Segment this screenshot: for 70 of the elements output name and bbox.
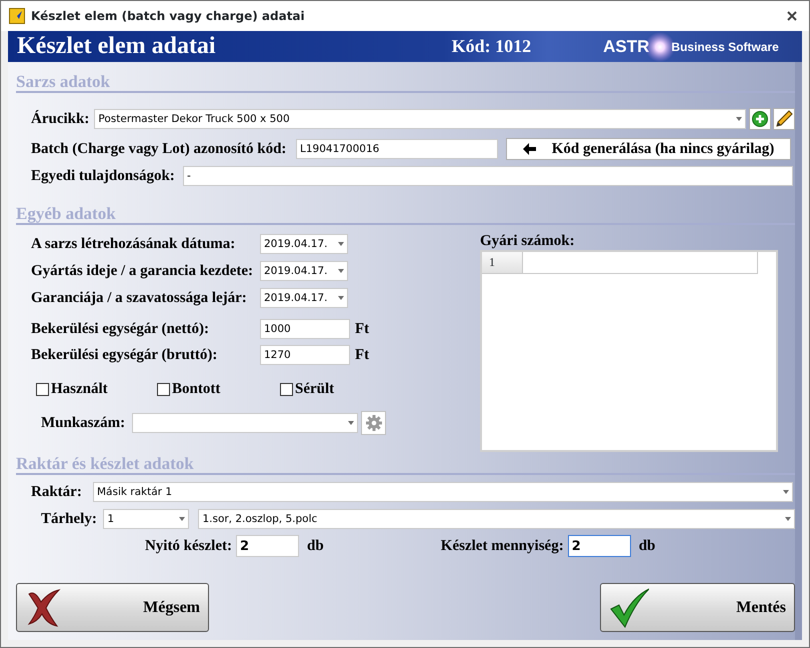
caret-icon <box>179 517 186 521</box>
table-cell[interactable] <box>523 252 758 274</box>
section-heading: Raktár és készlet adatok <box>16 455 795 475</box>
field-label: Készlet mennyiség: <box>440 538 564 554</box>
caret-icon <box>338 296 344 300</box>
slot-dropdown[interactable]: 1 <box>103 509 190 529</box>
window-title: Készlet elem (batch vagy charge) adatai <box>31 9 305 23</box>
unit-label: db <box>307 538 324 554</box>
unit-label: Ft <box>355 320 370 338</box>
checkbox-label[interactable]: Sérült <box>295 381 334 398</box>
generate-code-button[interactable]: Kód generálása (ha nincs gyárilag) <box>506 138 791 160</box>
checkbox-label[interactable]: Használt <box>51 381 108 398</box>
cancel-button[interactable]: Mégsem <box>16 583 209 632</box>
brand-tagline: Business Software <box>671 40 779 54</box>
close-icon <box>787 11 797 21</box>
field-label: Gyári számok: <box>480 233 576 250</box>
pencil-icon <box>774 109 794 129</box>
edit-button[interactable] <box>773 108 795 130</box>
app-icon <box>9 8 25 24</box>
field-label: A sarzs létrehozásának dátuma: <box>31 236 236 252</box>
product-dropdown[interactable]: Postermaster Dekor Truck 500 x 500 <box>94 109 746 129</box>
unit-label: Ft <box>355 346 370 364</box>
row-number: 1 <box>482 252 523 274</box>
caret-icon <box>785 517 791 521</box>
batch-code-field[interactable]: L19041700016 <box>296 139 498 159</box>
caret-icon <box>783 490 789 494</box>
save-button[interactable]: Mentés <box>600 583 795 632</box>
checkbox[interactable] <box>36 383 49 396</box>
location-dropdown[interactable]: 1.sor, 2.oszlop, 5.polc <box>198 509 795 529</box>
unit-label: db <box>638 538 656 554</box>
field-label: Bekerülési egységár (nettó): <box>31 320 210 338</box>
field-label: Nyitó készlet: <box>144 538 232 554</box>
caret-icon <box>348 421 354 425</box>
serial-numbers-grid[interactable]: 1 <box>480 250 778 452</box>
arrow-left-icon <box>522 143 536 155</box>
checkbox[interactable] <box>280 383 293 396</box>
plus-icon <box>752 111 768 127</box>
caret-icon <box>338 242 344 246</box>
field-label: Árucikk: <box>31 110 90 128</box>
cross-icon <box>25 588 61 628</box>
field-label: Raktár: <box>31 484 83 500</box>
checkbox[interactable] <box>157 383 170 396</box>
caret-icon <box>338 269 344 273</box>
quantity-field[interactable]: 2 <box>568 535 631 557</box>
field-label: Batch (Charge vagy Lot) azonosító kód: <box>31 140 288 158</box>
field-label: Egyedi tulajdonságok: <box>31 168 176 184</box>
record-code: Kód: 1012 <box>452 36 532 57</box>
price-field[interactable]: 1270 <box>260 345 350 365</box>
date-dropdown[interactable]: 2019.04.17. <box>260 261 348 281</box>
date-dropdown[interactable]: 2019.04.17. <box>260 234 348 254</box>
settings-icon <box>364 414 382 432</box>
field-label: Garanciája / a szavatossága lejár: <box>31 290 248 306</box>
add-button[interactable] <box>749 108 771 130</box>
properties-field[interactable]: - <box>183 166 793 186</box>
section-heading: Egyéb adatok <box>16 205 795 225</box>
warehouse-dropdown[interactable]: Másik raktár 1 <box>93 482 793 502</box>
field-label: Tárhely: <box>41 510 98 528</box>
date-dropdown[interactable]: 2019.04.17. <box>260 288 348 308</box>
quantity-field[interactable]: 2 <box>236 535 299 557</box>
field-label: Bekerülési egységár (bruttó): <box>31 346 218 364</box>
settings-button[interactable] <box>361 411 386 435</box>
field-label: Munkaszám: <box>41 414 126 432</box>
checkbox-label[interactable]: Bontott <box>172 381 220 398</box>
header-title: Készlet elem adatai <box>17 33 216 60</box>
field-label: Gyártás ideje / a garancia kezdete: <box>31 262 254 280</box>
caret-icon <box>736 117 742 121</box>
checkmark-icon <box>609 586 649 628</box>
brand-logo: ASTR <box>603 36 650 56</box>
section-heading: Sarzs adatok <box>16 73 795 93</box>
price-field[interactable]: 1000 <box>260 319 350 339</box>
